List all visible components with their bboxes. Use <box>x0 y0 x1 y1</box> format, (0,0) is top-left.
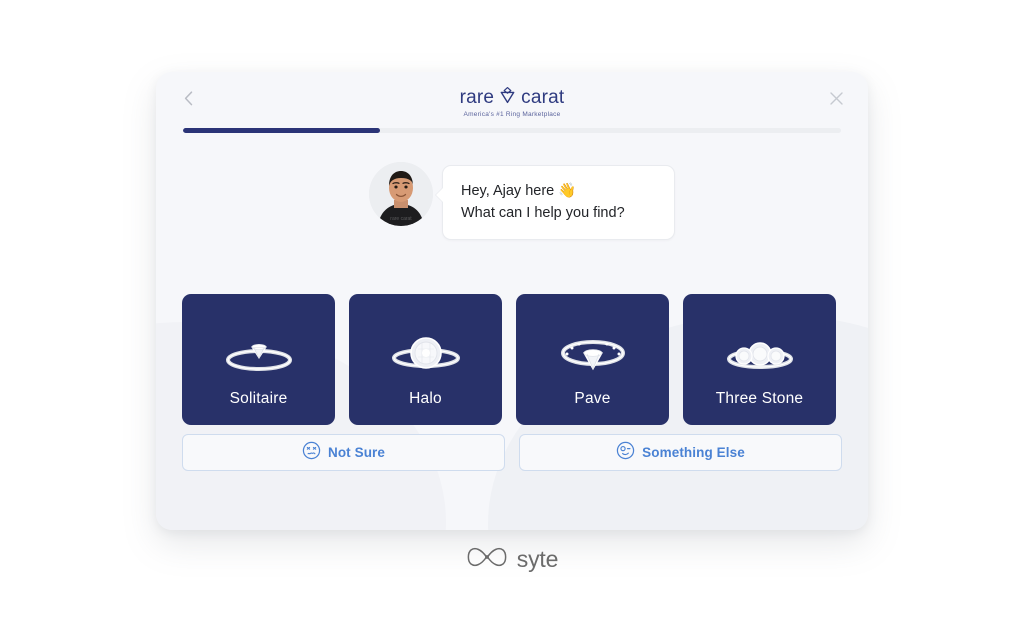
not-sure-button[interactable]: Not Sure <box>182 434 505 471</box>
close-button[interactable] <box>824 89 848 113</box>
card-three-stone[interactable]: Three Stone <box>683 294 836 425</box>
modal-header: rare carat America's #1 Ring Marketplace <box>156 72 868 128</box>
syte-wordmark: syte <box>516 546 559 572</box>
card-label-pave: Pave <box>574 390 611 407</box>
page-background: rare carat America's #1 Ring Marketplace <box>0 0 1024 625</box>
brand-logo: rare carat America's #1 Ring Marketplace <box>156 86 868 119</box>
visual-search-modal: rare carat America's #1 Ring Marketplace <box>156 72 868 530</box>
not-sure-label: Not Sure <box>327 445 386 460</box>
card-halo[interactable]: Halo <box>349 294 502 425</box>
card-solitaire[interactable]: Solitaire <box>182 294 335 425</box>
agent-avatar: rare carat <box>369 162 433 226</box>
three-stone-ring-image <box>683 326 836 378</box>
agent-message-line-2: What can I help you find? <box>461 205 625 222</box>
progress-bar-fill <box>183 128 381 133</box>
solitaire-ring-image <box>182 326 335 378</box>
card-label-solitaire: Solitaire <box>229 390 288 407</box>
syte-bowtie-icon <box>466 543 508 576</box>
agent-chat-row: rare carat Hey, Ajay here 👋 What can I h… <box>369 162 675 241</box>
chevron-left-icon <box>184 91 193 111</box>
card-pave[interactable]: Pave <box>516 294 669 425</box>
close-icon <box>829 92 843 110</box>
halo-ring-image <box>349 326 502 378</box>
progress-bar <box>183 128 841 133</box>
confused-face-icon <box>302 441 321 465</box>
pave-ring-image <box>516 326 669 378</box>
card-label-halo: Halo <box>409 390 442 407</box>
ring-style-card-list: Solitaire Halo Pave Three Stone <box>182 294 842 425</box>
winking-face-icon <box>616 441 635 465</box>
back-button[interactable] <box>176 89 200 113</box>
diamond-heart-icon <box>499 86 516 109</box>
something-else-label: Something Else <box>642 445 745 460</box>
fallback-option-list: Not Sure Something Else <box>182 434 842 471</box>
something-else-button[interactable]: Something Else <box>519 434 842 471</box>
agent-message-line-1: Hey, Ajay here 👋 <box>461 183 577 199</box>
brand-name-second: carat <box>521 86 565 108</box>
agent-message-bubble: Hey, Ajay here 👋 What can I help you fin… <box>442 165 675 241</box>
powered-by-footer: syte <box>0 543 1024 576</box>
svg-text:rare carat: rare carat <box>390 216 412 222</box>
card-label-three-stone: Three Stone <box>715 390 804 407</box>
brand-name-first: rare <box>459 86 495 108</box>
brand-tagline: America's #1 Ring Marketplace <box>463 111 561 118</box>
